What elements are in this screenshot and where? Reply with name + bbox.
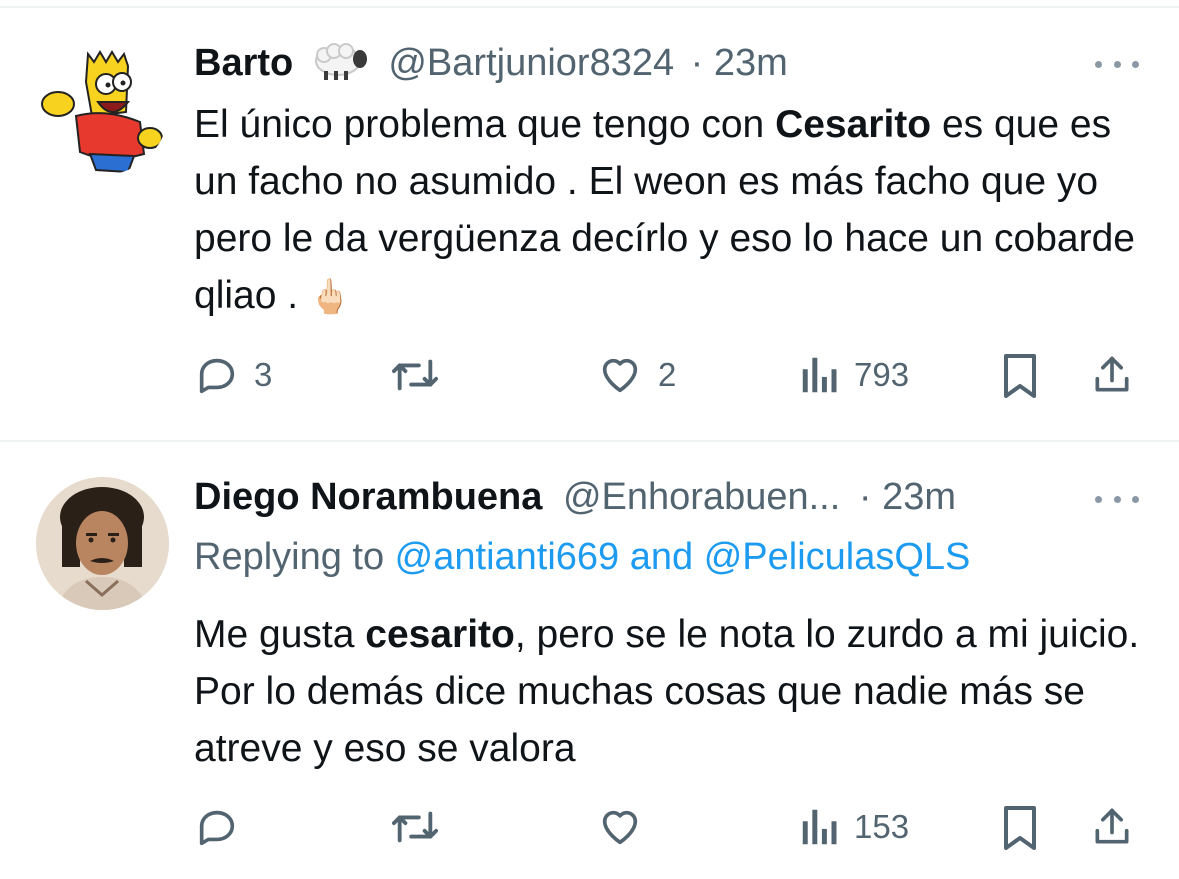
- heart-icon: [596, 352, 644, 398]
- user-handle[interactable]: @Enhorabuen...: [563, 476, 840, 518]
- display-name[interactable]: Barto: [194, 42, 293, 84]
- bold-keyword: Cesarito: [775, 103, 932, 146]
- share-icon: [1090, 352, 1134, 398]
- more-icon[interactable]: [1095, 59, 1139, 69]
- views-button[interactable]: 153: [800, 804, 909, 850]
- separator-dot: ·: [690, 42, 704, 84]
- tweet-divider: [0, 440, 1179, 442]
- reply-icon: [194, 804, 240, 850]
- retweet-icon: [390, 804, 440, 850]
- views-icon: [800, 804, 840, 850]
- tweet-header: Barto @Bartjunior8324 · 23m: [194, 40, 788, 92]
- mention-link[interactable]: @PeliculasQLS: [704, 536, 971, 578]
- bookmark-icon: [998, 804, 1042, 852]
- retweet-button[interactable]: [390, 352, 454, 398]
- share-button[interactable]: [1090, 804, 1134, 850]
- views-button[interactable]: 793: [800, 352, 909, 398]
- bart-simpson-avatar[interactable]: [36, 42, 169, 175]
- replying-to: Replying to @antianti669 and @PeliculasQ…: [194, 536, 971, 578]
- bookmark-button[interactable]: [998, 352, 1042, 400]
- reply-icon: [194, 352, 240, 398]
- tweet-text: El único problema que tengo con Cesarito…: [194, 103, 1135, 317]
- more-icon[interactable]: [1095, 494, 1139, 504]
- reply-button[interactable]: [194, 804, 254, 850]
- top-divider: [0, 6, 1179, 8]
- share-icon: [1090, 804, 1134, 850]
- tweet-text: Me gusta cesarito, pero se le nota lo zu…: [194, 613, 1140, 770]
- bookmark-button[interactable]: [998, 804, 1042, 852]
- user-handle[interactable]: @Bartjunior8324: [388, 42, 674, 84]
- reply-count: 3: [254, 356, 273, 393]
- view-count: 793: [854, 356, 910, 393]
- like-button[interactable]: 2: [596, 352, 676, 398]
- action-bar: 153: [0, 802, 1179, 852]
- tweet-header: Diego Norambuena @Enhorabuen... · 23m: [194, 474, 956, 520]
- separator-dot: ·: [858, 476, 872, 518]
- heart-icon: [596, 804, 644, 850]
- display-name[interactable]: Diego Norambuena: [194, 476, 542, 518]
- retweet-icon: [390, 352, 440, 398]
- middle-finger-emoji: 🖕🏻: [308, 278, 352, 316]
- profile-photo-avatar[interactable]: [36, 477, 169, 610]
- like-count: 2: [658, 356, 677, 393]
- retweet-button[interactable]: [390, 804, 454, 850]
- timestamp[interactable]: 23m: [714, 42, 788, 84]
- views-icon: [800, 352, 840, 398]
- like-button[interactable]: [596, 804, 658, 850]
- bookmark-icon: [998, 352, 1042, 400]
- sheep-icon: [312, 41, 368, 92]
- reply-button[interactable]: 3: [194, 352, 272, 398]
- timestamp[interactable]: 23m: [882, 476, 956, 518]
- share-button[interactable]: [1090, 352, 1134, 398]
- view-count: 153: [854, 808, 910, 845]
- action-bar: 3 2 793: [0, 350, 1179, 400]
- bold-keyword: cesarito: [365, 613, 515, 656]
- mention-link[interactable]: @antianti669: [395, 536, 620, 578]
